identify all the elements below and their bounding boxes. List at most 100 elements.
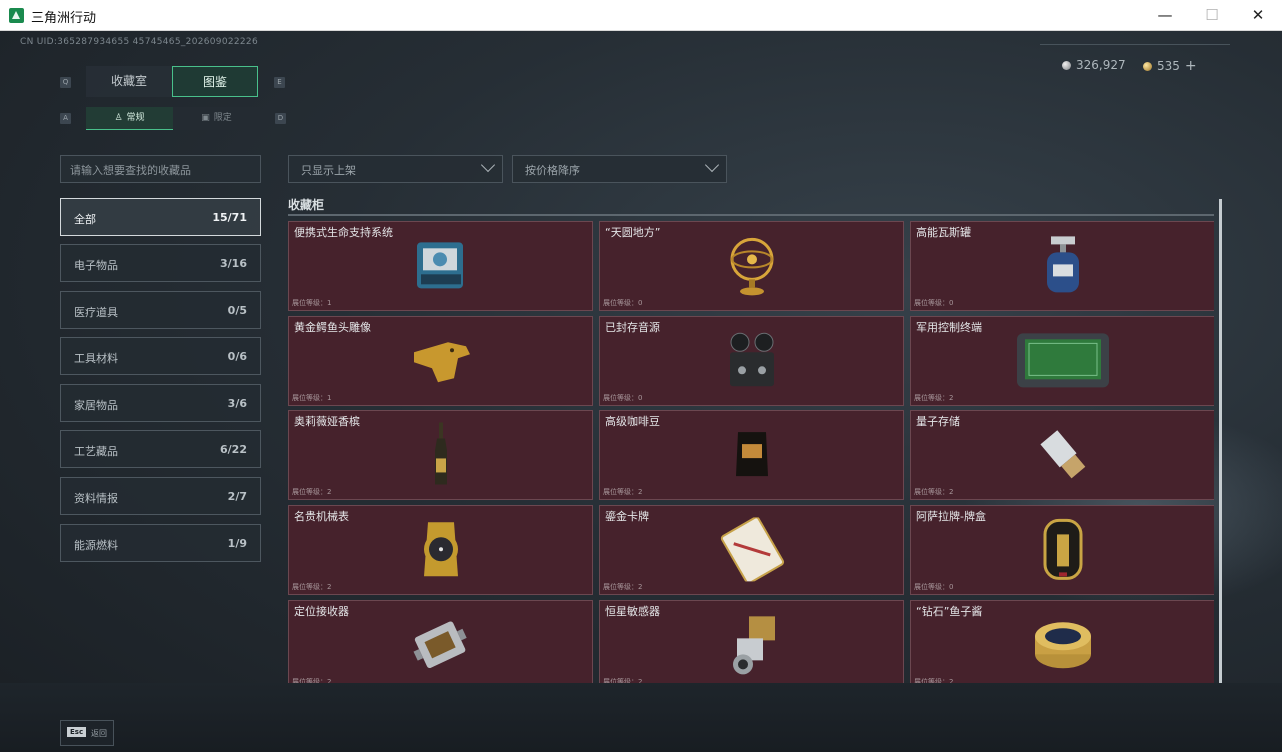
back-label: 返回 <box>91 729 107 738</box>
subtab-limited[interactable]: ▣ 限定 <box>173 107 260 130</box>
item-name: 阿萨拉牌-牌盒 <box>916 510 986 524</box>
item-display-level: 展位等级：2 <box>603 488 643 497</box>
collection-item-card[interactable]: 已封存音源展位等级：0 <box>599 315 904 406</box>
category-intel[interactable]: 资料情报 2/7 <box>60 477 261 515</box>
item-name: 名贵机械表 <box>294 510 349 524</box>
tab-catalog[interactable]: 图鉴 <box>172 66 258 97</box>
collection-item-card[interactable]: “天圆地方” 展位等级：0 <box>599 221 904 311</box>
category-crafts[interactable]: 工艺藏品 6/22 <box>60 430 261 468</box>
add-currency-button[interactable]: + <box>1185 58 1197 74</box>
item-name: 已封存音源 <box>605 320 660 334</box>
gas-canister-icon <box>1041 232 1085 302</box>
collection-item-card[interactable]: 军用控制终端展位等级：2 <box>910 315 1214 406</box>
window-titlebar: 三角洲行动 — ☐ ✕ <box>0 0 1282 31</box>
item-name: “天圆地方” <box>605 226 661 239</box>
tab-collection-room[interactable]: 收藏室 <box>86 66 172 97</box>
esc-key-hint: Esc <box>67 727 87 737</box>
silver-coin-icon <box>1062 60 1071 70</box>
category-tools[interactable]: 工具材料 0/6 <box>60 337 261 375</box>
sort-dropdown[interactable]: 按价格降序 <box>512 155 727 183</box>
collection-item-card[interactable]: 奥莉薇娅香槟展位等级：2 <box>288 410 593 501</box>
collection-item-card[interactable]: 名贵机械表展位等级：2 <box>288 505 593 596</box>
collection-item-card[interactable]: 黄金鳄鱼头雕像展位等级：1 <box>288 315 593 406</box>
shelf-filter-dropdown[interactable]: 只显示上架 <box>288 155 503 183</box>
category-all[interactable]: 全部 15/71 <box>60 198 261 236</box>
category-medical[interactable]: 医疗道具 0/5 <box>60 291 261 329</box>
collection-item-card[interactable]: “钻石”鱼子酱 展位等级：2 <box>910 599 1214 685</box>
item-display-level: 展位等级：2 <box>292 488 332 497</box>
category-electronics[interactable]: 电子物品 3/16 <box>60 244 261 282</box>
collection-item-card[interactable]: 定位接收器 展位等级：2 <box>288 599 593 685</box>
close-button[interactable]: ✕ <box>1235 0 1281 31</box>
silver-amount: 326,927 <box>1076 58 1126 72</box>
item-name: 定位接收器 <box>294 604 349 618</box>
collection-item-card[interactable]: 阿萨拉牌-牌盒展位等级：0 <box>910 505 1214 596</box>
collection-item-card[interactable]: 量子存储展位等级：2 <box>910 410 1214 501</box>
back-button[interactable]: Esc 返回 <box>60 720 114 746</box>
item-display-level: 展位等级：0 <box>914 583 954 592</box>
app-logo-icon <box>9 8 24 23</box>
image-icon: ▣ <box>201 113 210 123</box>
gold-coin-icon <box>1143 61 1152 71</box>
subtab-regular[interactable]: ♙ 常规 <box>86 107 173 130</box>
gold-currency: 535 + <box>1143 58 1197 74</box>
bottle-icon: ♙ <box>114 113 123 123</box>
collection-item-card[interactable]: 高能瓦斯罐 展位等级：0 <box>910 221 1214 311</box>
item-display-level: 展位等级：2 <box>603 583 643 592</box>
key-hint-a: A <box>60 113 71 124</box>
collection-item-card[interactable]: 鎏金卡牌展位等级：2 <box>599 505 904 596</box>
grid-scrollbar[interactable] <box>1219 199 1222 683</box>
section-divider <box>288 214 1214 216</box>
collection-item-card[interactable]: 恒星敏感器 展位等级：2 <box>599 599 904 685</box>
control-terminal-icon <box>1013 329 1113 395</box>
item-display-level: 展位等级：2 <box>914 488 954 497</box>
collection-grid: 便携式生命支持系统 展位等级：1 “天圆地方” 展位等级：0 高能瓦斯罐 展位等级：0 黄金… <box>288 221 1214 685</box>
watch-icon <box>414 520 468 582</box>
tape-recorder-icon <box>724 330 780 394</box>
item-name: 奥莉薇娅香槟 <box>294 415 360 429</box>
item-display-level: 展位等级：0 <box>603 393 643 402</box>
key-hint-e: E <box>274 77 285 88</box>
window-title: 三角洲行动 <box>31 11 97 26</box>
item-name: 军用控制终端 <box>916 320 982 334</box>
item-name: 量子存储 <box>916 415 960 429</box>
usb-drive-icon <box>1038 427 1088 487</box>
croc-statue-icon <box>408 332 474 392</box>
category-household[interactable]: 家居物品 3/6 <box>60 384 261 422</box>
collection-item-card[interactable]: 高级咖啡豆展位等级：2 <box>599 410 904 501</box>
gold-amount: 535 <box>1157 59 1180 73</box>
minimize-button[interactable]: — <box>1142 0 1188 31</box>
item-display-level: 展位等级：1 <box>292 393 332 402</box>
champagne-icon <box>431 421 451 493</box>
item-name: 黄金鳄鱼头雕像 <box>294 320 371 334</box>
chevron-down-icon <box>480 157 496 173</box>
armillary-icon <box>727 233 777 301</box>
key-hint-q: Q <box>60 77 71 88</box>
item-display-level: 展位等级：2 <box>292 583 332 592</box>
item-display-level: 展位等级：0 <box>603 299 643 307</box>
item-name: “钻石”鱼子酱 <box>916 604 983 618</box>
chevron-down-icon <box>704 157 720 173</box>
coffee-bag-icon <box>732 429 772 485</box>
section-title: 收藏柜 <box>288 198 325 212</box>
item-name: 便携式生命支持系统 <box>294 226 393 239</box>
silver-currency: 326,927 <box>1062 58 1126 72</box>
receiver-icon <box>409 613 473 679</box>
gilded-card-icon <box>717 516 787 585</box>
card-box-icon <box>1041 516 1085 586</box>
collection-item-card[interactable]: 便携式生命支持系统展位等级：1 <box>288 221 593 311</box>
item-name: 高级咖啡豆 <box>605 415 660 429</box>
category-energy[interactable]: 能源燃料 1/9 <box>60 524 261 562</box>
item-name: 鎏金卡牌 <box>605 510 649 524</box>
star-sensor-icon <box>723 612 781 680</box>
game-view: CN UID:365287934655 45745465_20260902222… <box>0 31 1282 752</box>
life-support-icon <box>411 234 471 300</box>
item-name: 恒星敏感器 <box>605 604 660 618</box>
search-input[interactable]: 请输入想要查找的收藏品 <box>60 155 261 183</box>
maximize-button[interactable]: ☐ <box>1189 0 1235 31</box>
item-display-level: 展位等级：0 <box>914 299 954 307</box>
player-uid: CN UID:365287934655 45745465_20260902222… <box>20 37 258 47</box>
item-display-level: 展位等级：2 <box>914 393 954 402</box>
item-display-level: 展位等级：1 <box>292 299 332 307</box>
caviar-tin-icon <box>1031 614 1095 678</box>
